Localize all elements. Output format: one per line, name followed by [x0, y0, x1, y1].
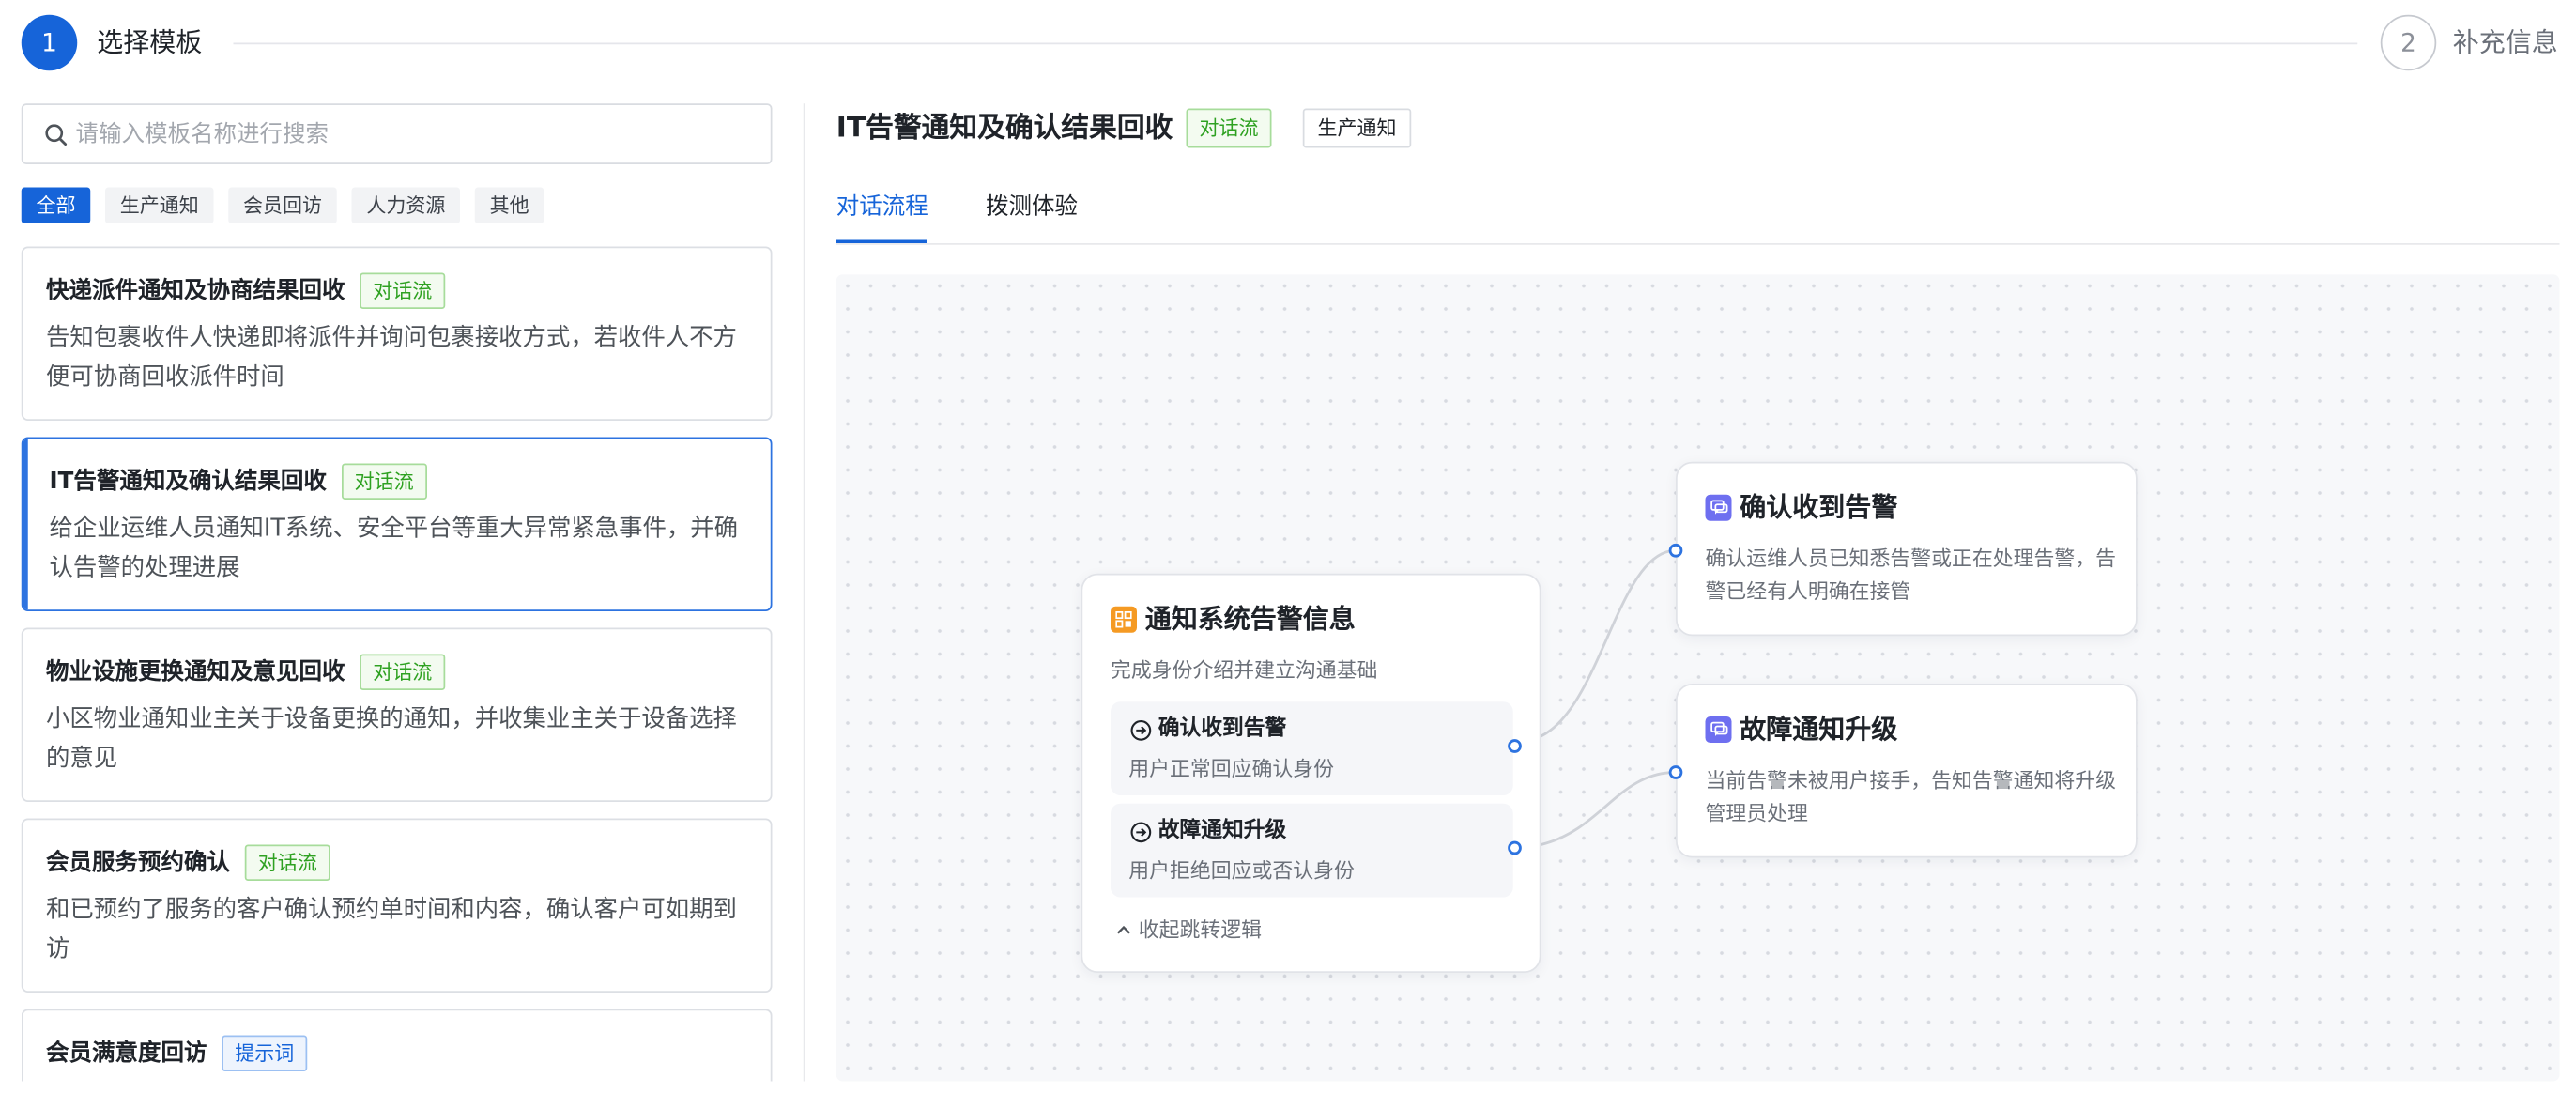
- detail-category-tag: 生产通知: [1302, 108, 1412, 148]
- step-1-number: 1: [41, 27, 57, 58]
- template-type-tag: 对话流: [341, 463, 427, 500]
- tab-test-call[interactable]: 拨测体验: [986, 191, 1078, 223]
- category-hr[interactable]: 人力资源: [351, 187, 461, 223]
- tabs-divider: [836, 243, 2560, 245]
- flow-node-title: 确认收到告警: [1740, 491, 1898, 523]
- chevron-up-icon: [1117, 925, 1130, 934]
- template-card-title: 快递派件通知及协商结果回收: [46, 277, 345, 304]
- template-card[interactable]: 会员服务预约确认 对话流 和已预约了服务的客户确认预约单时间和内容，确认客户可如…: [21, 818, 773, 993]
- template-card-title: IT告警通知及确认结果回收: [49, 468, 327, 495]
- template-card-title: 会员服务预约确认: [46, 849, 230, 876]
- chat-icon: [1705, 716, 1732, 743]
- template-search-box[interactable]: [21, 103, 773, 164]
- template-card-desc: 给企业运维人员通知IT系统、安全平台等重大异常紧急事件，并确认告警的处理进展: [49, 516, 738, 582]
- step-2-indicator: 2: [2380, 14, 2437, 71]
- template-card[interactable]: 快递派件通知及协商结果回收 对话流 告知包裹收件人快递即将派件并询问包裹接收方式…: [21, 246, 773, 421]
- steps-connector: [233, 42, 2358, 45]
- detail-title: IT告警通知及确认结果回收: [836, 112, 1173, 145]
- template-card[interactable]: 会员满意度回访 提示词: [21, 1009, 773, 1082]
- flow-node-main[interactable]: 通知系统告警信息 完成身份介绍并建立沟通基础 确认收到告警 用户正常回应确认身份: [1081, 573, 1541, 973]
- branch-escalate[interactable]: 故障通知升级 用户拒绝回应或否认身份: [1111, 803, 1513, 898]
- category-all[interactable]: 全部: [21, 187, 91, 223]
- template-type-tag: 对话流: [244, 844, 330, 881]
- arrow-right-circle-icon: [1130, 719, 1152, 740]
- template-card-title: 会员满意度回访: [46, 1040, 207, 1067]
- branch-title: 故障通知升级: [1158, 818, 1287, 843]
- detail-type-tag: 对话流: [1186, 108, 1272, 148]
- branch-confirm[interactable]: 确认收到告警 用户正常回应确认身份: [1111, 701, 1513, 795]
- flow-node-confirm[interactable]: 确认收到告警 确认运维人员已知悉告警或正在处理告警，告警已经有人明确在接管: [1676, 461, 2138, 637]
- template-card-desc: 告知包裹收件人快递即将派件并询问包裹接收方式，若收件人不方便可协商回收派件时间: [46, 325, 737, 392]
- category-production-notice[interactable]: 生产通知: [105, 187, 214, 223]
- panel-divider: [803, 103, 805, 1082]
- flow-node-subtitle: 完成身份介绍并建立沟通基础: [1111, 657, 1378, 683]
- flow-node-desc: 当前告警未被用户接手，告知告警通知将升级管理员处理: [1705, 767, 2117, 825]
- chat-icon: [1705, 494, 1732, 521]
- branch-desc: 用户正常回应确认身份: [1128, 756, 1335, 781]
- branch-title: 确认收到告警: [1158, 716, 1287, 742]
- template-card[interactable]: 物业设施更换通知及意见回收 对话流 小区物业通知业主关于设备更换的通知，并收集业…: [21, 627, 773, 802]
- template-type-tag: 提示词: [222, 1035, 308, 1071]
- step-1-indicator: 1: [21, 14, 78, 71]
- collapse-jump-logic-button[interactable]: 收起跳转逻辑: [1115, 916, 1262, 946]
- category-other[interactable]: 其他: [474, 187, 544, 223]
- category-filter: 全部 生产通知 会员回访 人力资源 其他: [21, 187, 544, 223]
- template-type-tag: 对话流: [360, 272, 446, 309]
- arrow-right-circle-icon: [1130, 821, 1152, 842]
- category-member-visit[interactable]: 会员回访: [228, 187, 337, 223]
- step-2-number: 2: [2400, 27, 2416, 58]
- template-card-desc: 和已预约了服务的客户确认预约单时间和内容，确认客户可如期到访: [46, 897, 737, 963]
- template-search-input[interactable]: [75, 115, 749, 155]
- branch-desc: 用户拒绝回应或否认身份: [1128, 857, 1355, 883]
- template-card-title: 物业设施更换通知及意见回收: [46, 658, 345, 685]
- template-card-desc: 小区物业通知业主关于设备更换的通知，并收集业主关于设备选择的意见: [46, 706, 737, 773]
- step-1-label: 选择模板: [97, 26, 203, 58]
- flow-node-desc: 确认运维人员已知悉告警或正在处理告警，告警已经有人明确在接管: [1705, 546, 2117, 604]
- active-tab-indicator: [836, 239, 927, 243]
- flow-node-escalate[interactable]: 故障通知升级 当前告警未被用户接手，告知告警通知将升级管理员处理: [1676, 684, 2138, 858]
- collapse-label: 收起跳转逻辑: [1138, 916, 1263, 942]
- template-card-selected[interactable]: IT告警通知及确认结果回收 对话流 给企业运维人员通知IT系统、安全平台等重大异…: [21, 437, 773, 611]
- search-icon: [45, 124, 68, 146]
- node-grid-icon: [1111, 606, 1137, 633]
- step-2-label: 补充信息: [2452, 26, 2558, 58]
- flow-node-title: 通知系统告警信息: [1144, 603, 1356, 635]
- template-type-tag: 对话流: [360, 654, 446, 690]
- tab-dialog-flow[interactable]: 对话流程: [836, 191, 928, 223]
- flow-node-title: 故障通知升级: [1740, 713, 1898, 745]
